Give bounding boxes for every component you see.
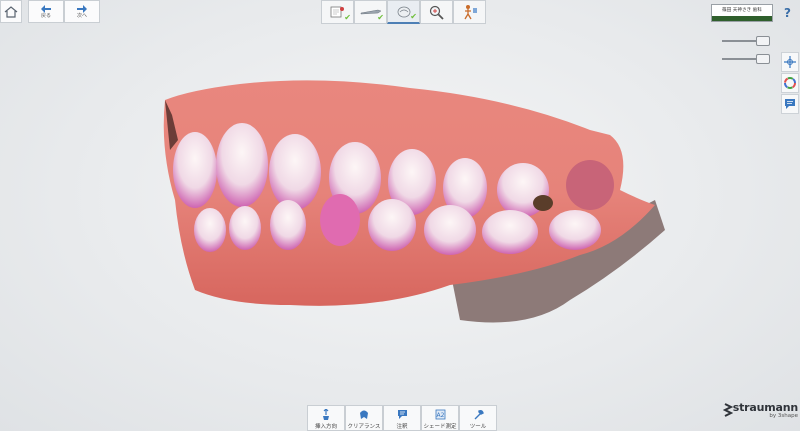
tooth [270, 200, 306, 250]
tools-icon [474, 410, 484, 420]
workflow-step-send[interactable] [453, 0, 486, 24]
tooth [482, 210, 538, 254]
slider-knob[interactable] [756, 36, 770, 46]
workflow-bar: ✔ ✔ ✔ [321, 0, 486, 24]
help-button[interactable]: ? [784, 6, 791, 20]
center-view-button[interactable] [781, 52, 799, 72]
bottom-toolbar: 挿入方向 クリアランス 注釈 A2 シェード測定 ツール [307, 405, 497, 431]
clearance-button[interactable]: クリアランス [345, 405, 383, 431]
back-label: 戻る [40, 12, 51, 19]
send-icon [463, 5, 477, 20]
arrow-left-icon [41, 4, 51, 13]
tools-label: ツール [469, 424, 487, 430]
clearance-label: クリアランス [347, 424, 381, 430]
home-button[interactable] [0, 0, 22, 23]
annotation-button[interactable]: 注釈 [383, 405, 421, 431]
forward-button[interactable]: 次へ [64, 0, 100, 23]
forward-label: 次へ [76, 12, 87, 19]
workflow-step-analyze[interactable] [420, 0, 453, 24]
tooth [216, 123, 268, 207]
upper-jaw-slider[interactable] [720, 36, 770, 46]
tooth [566, 160, 614, 210]
side-toolbar [781, 52, 799, 115]
shade-measure-label: シェード測定 [423, 424, 457, 430]
view-sliders [720, 36, 770, 72]
check-icon: ✔ [344, 13, 351, 22]
clearance-icon [360, 410, 368, 419]
workflow-step-scan[interactable]: ✔ [354, 0, 387, 24]
slider-knob[interactable] [756, 54, 770, 64]
tooth [194, 208, 226, 252]
check-icon: ✔ [377, 13, 384, 22]
comment-button[interactable] [781, 94, 799, 114]
tooth [424, 205, 476, 255]
insertion-direction-label: 挿入方向 [314, 424, 337, 430]
patient-status-bar [712, 16, 772, 21]
insertion-direction-button[interactable]: 挿入方向 [307, 405, 345, 431]
tooth [320, 194, 360, 246]
tooth-cavity [533, 195, 553, 211]
check-icon: ✔ [410, 12, 417, 21]
lower-jaw-slider[interactable] [720, 54, 770, 64]
patient-info: 篠田 天神さき 歯科 [711, 4, 773, 22]
home-icon [4, 5, 18, 18]
dental-scan-model[interactable] [150, 70, 670, 340]
workflow-step-postprocess[interactable]: ✔ [387, 0, 420, 24]
tooth [368, 199, 416, 251]
color-wheel-icon [784, 77, 796, 89]
analyze-icon [429, 5, 444, 20]
arrow-right-icon [77, 4, 87, 13]
workflow-step-order[interactable]: ✔ [321, 0, 354, 24]
annotation-label: 注釈 [396, 424, 408, 430]
svg-text:A2: A2 [436, 412, 444, 419]
tooth [229, 206, 261, 250]
tooth [269, 134, 321, 210]
tooth [549, 210, 601, 250]
insertion-direction-icon [323, 409, 329, 420]
shade-measure-icon: A2 [435, 409, 445, 420]
speech-bubble-icon [785, 99, 795, 109]
tools-button[interactable]: ツール [459, 405, 497, 431]
patient-name: 篠田 天神さき 歯科 [722, 8, 762, 13]
color-toggle-button[interactable] [781, 73, 799, 93]
shade-measure-button[interactable]: A2 シェード測定 [421, 405, 459, 431]
brand-logo: straumann by 3shape [722, 401, 798, 419]
crosshair-icon [784, 56, 796, 68]
annotation-icon [397, 410, 407, 419]
back-button[interactable]: 戻る [28, 0, 64, 23]
tooth [173, 132, 217, 208]
